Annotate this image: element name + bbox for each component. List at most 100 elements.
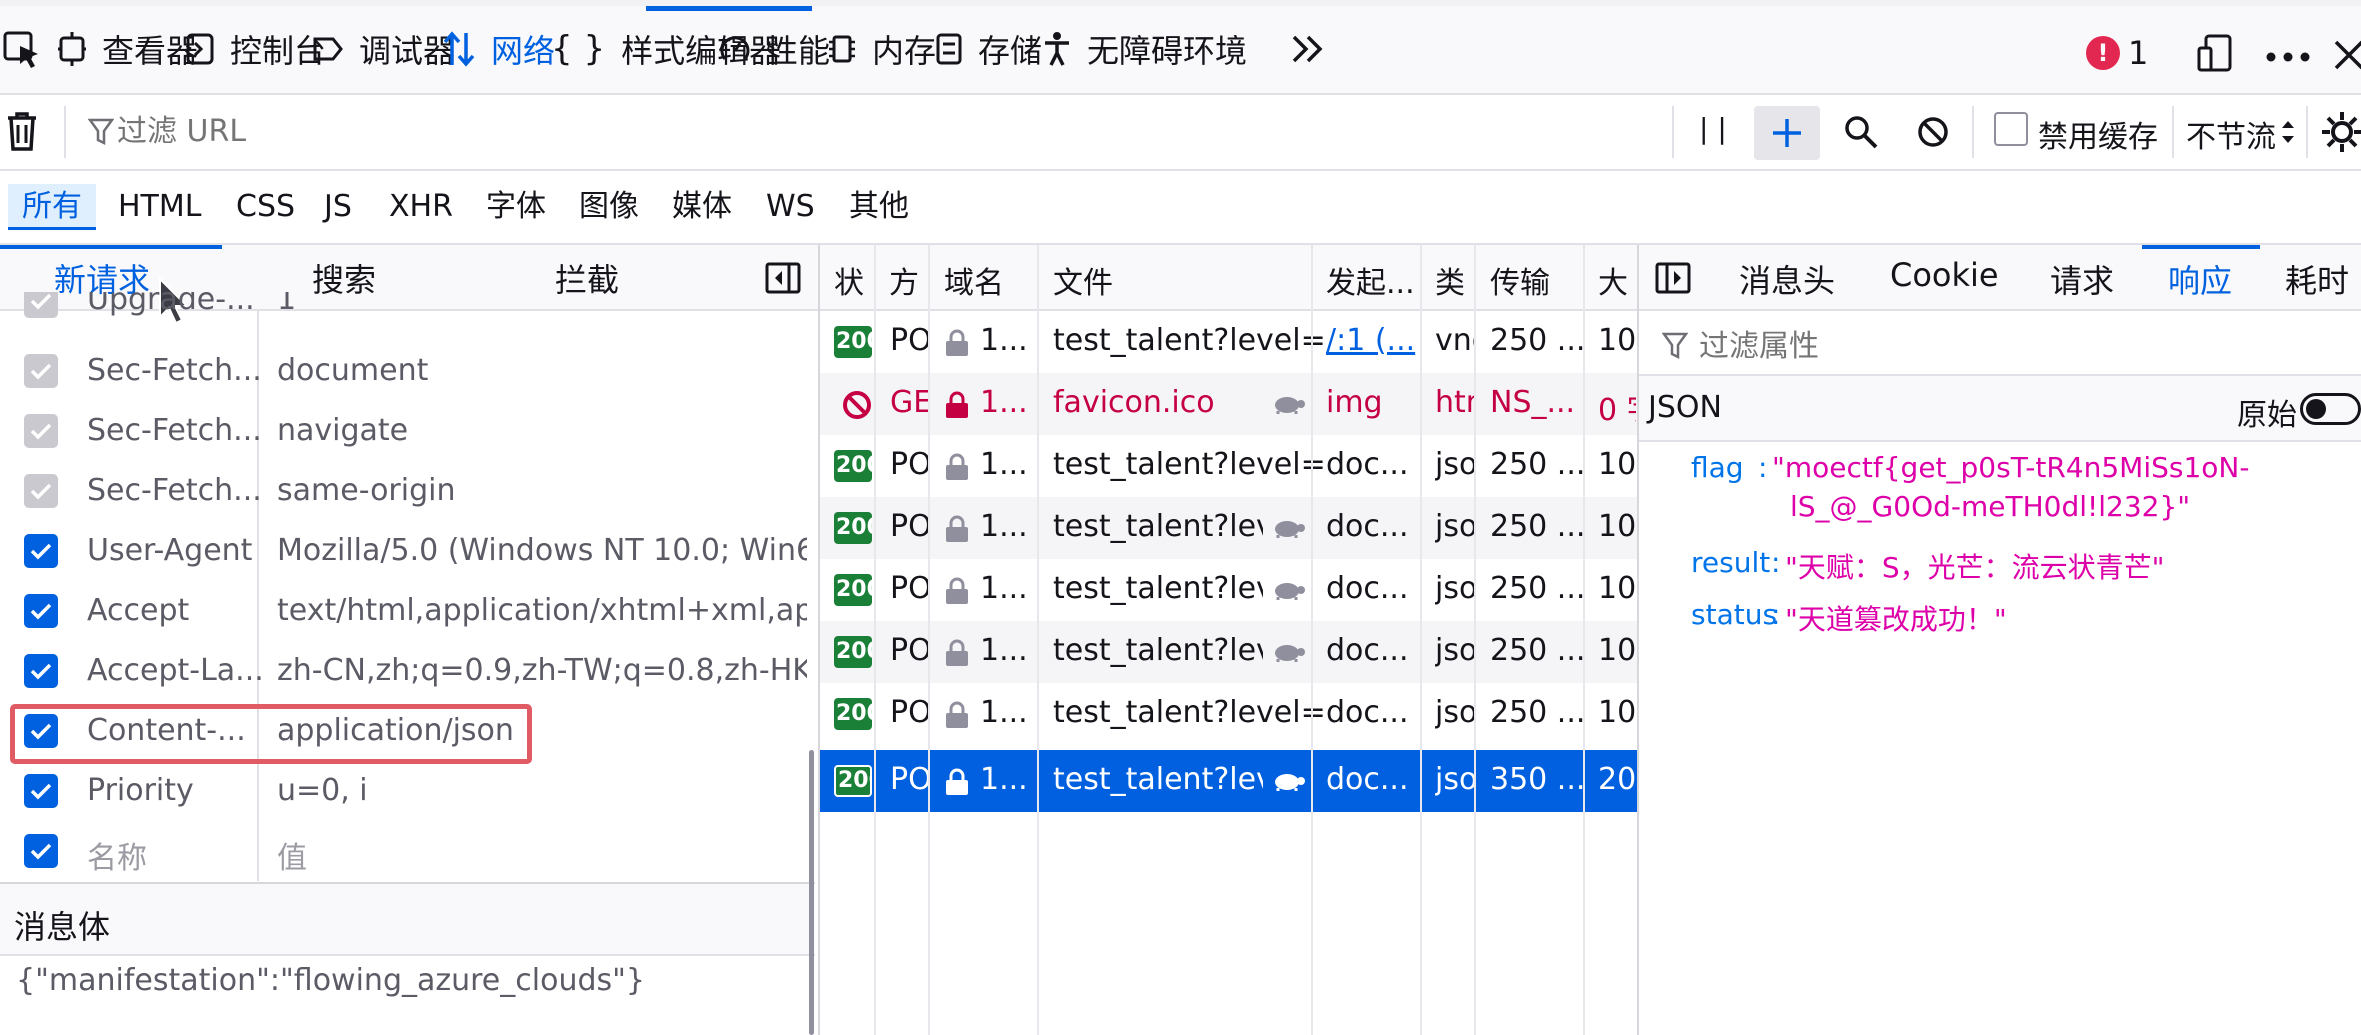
tool-performance[interactable]: 性能	[720, 6, 830, 92]
lock-icon	[946, 515, 968, 542]
column-status[interactable]: 状	[834, 258, 864, 302]
header-name[interactable]: Accept-La...	[87, 653, 264, 688]
url-filter-input[interactable]	[115, 113, 1019, 150]
type-filter-xhr[interactable]: XHR	[375, 184, 467, 230]
header-name[interactable]: Sec-Fetch...	[87, 353, 262, 388]
pause-button[interactable]: | |	[1699, 112, 1727, 145]
request-row[interactable]: 200 PO 1... test_talent?level=S doc... j…	[820, 435, 1637, 497]
dock-toggle-icon[interactable]	[2197, 34, 2233, 74]
header-value[interactable]: navigate	[277, 413, 807, 448]
more-options-icon[interactable]	[2266, 52, 2310, 62]
request-body-textarea[interactable]: {"manifestation":"flowing_azure_clouds"}	[16, 963, 645, 998]
settings-gear-icon[interactable]	[2320, 110, 2361, 154]
header-name[interactable]: Sec-Fetch...	[87, 413, 262, 448]
tab-headers[interactable]: 消息头	[1739, 256, 1835, 302]
column-method[interactable]: 方	[889, 258, 919, 302]
header-name[interactable]: User-Agent	[87, 533, 252, 568]
type-filter-media[interactable]: 媒体	[658, 184, 746, 230]
request-method: PO	[890, 323, 930, 358]
type-filter-css[interactable]: CSS	[222, 184, 309, 230]
header-value[interactable]: same-origin	[277, 473, 807, 508]
type-filter-html[interactable]: HTML	[104, 184, 215, 230]
tab-response[interactable]: 响应	[2168, 256, 2232, 302]
header-name[interactable]: Upgrade-...	[87, 292, 255, 317]
search-icon[interactable]	[1843, 114, 1879, 150]
header-value[interactable]: document	[277, 353, 807, 388]
error-badge-icon[interactable]: !	[2086, 36, 2120, 70]
header-value[interactable]: u=0, i	[277, 773, 807, 808]
type-filter-js[interactable]: JS	[310, 184, 366, 230]
header-checkbox[interactable]	[24, 774, 58, 808]
column-domain[interactable]: 域名	[944, 258, 1004, 302]
type-filter-images[interactable]: 图像	[565, 184, 653, 230]
tab-cookies[interactable]: Cookie	[1890, 256, 1999, 294]
panel-divider[interactable]	[1637, 245, 1639, 1035]
tab-request[interactable]: 请求	[2050, 256, 2114, 302]
add-request-button[interactable]	[1754, 106, 1820, 160]
error-count[interactable]: 1	[2128, 34, 2148, 72]
tool-inspector[interactable]: 查看器	[58, 6, 198, 92]
collapse-panel-icon[interactable]	[765, 262, 801, 294]
column-transfer[interactable]: 传输	[1490, 258, 1550, 302]
request-row[interactable]: 200 PO 1... test_talent?leve doc... jso …	[820, 621, 1637, 683]
trash-icon[interactable]	[6, 111, 38, 151]
tool-network[interactable]: 网络	[443, 6, 555, 92]
request-row[interactable]: 200 PO 1... test_talent?level=S doc... j…	[820, 683, 1637, 745]
column-file[interactable]: 文件	[1053, 258, 1113, 302]
type-filter-other[interactable]: 其他	[835, 184, 923, 230]
header-checkbox[interactable]	[24, 292, 58, 318]
property-filter-input[interactable]	[1697, 328, 2201, 365]
column-type[interactable]: 类	[1435, 258, 1465, 302]
header-value[interactable]: zh-CN,zh;q=0.9,zh-TW;q=0.8,zh-HK;...	[277, 653, 807, 688]
close-icon[interactable]	[2334, 40, 2361, 70]
header-value[interactable]: 1	[277, 292, 807, 317]
request-method: PO	[890, 509, 930, 544]
request-initiator[interactable]: /:1 (...	[1326, 323, 1426, 358]
tool-storage[interactable]: 存储	[936, 6, 1042, 92]
element-picker-icon[interactable]	[2, 30, 42, 70]
request-row[interactable]: GET 1... favicon.ico img htm NS_... 0 字	[820, 373, 1637, 435]
request-domain: 1...	[980, 447, 1028, 482]
tool-debugger[interactable]: 调试器	[313, 6, 455, 92]
lock-icon	[946, 453, 968, 480]
disable-cache-checkbox[interactable]	[1994, 112, 2028, 146]
header-checkbox[interactable]	[24, 414, 58, 448]
tool-label: 控制台	[230, 32, 327, 70]
request-row[interactable]: 200 PO 1... test_talent?leve doc... jso …	[820, 559, 1637, 621]
header-value[interactable]: text/html,application/xhtml+xml,app...	[277, 593, 807, 628]
throttle-select[interactable]: 不节流	[2186, 112, 2276, 156]
double-chevron-icon	[1292, 35, 1323, 63]
tab-timings[interactable]: 耗时	[2285, 256, 2349, 302]
header-checkbox[interactable]	[24, 474, 58, 508]
expand-panel-icon[interactable]	[1655, 262, 1691, 294]
header-name[interactable]: Sec-Fetch...	[87, 473, 262, 508]
type-filter-all[interactable]: 所有	[8, 184, 96, 230]
new-header-name-input[interactable]: 名称	[87, 833, 147, 877]
header-checkbox[interactable]	[24, 834, 58, 868]
header-name[interactable]: Accept	[87, 593, 189, 628]
type-filter-fonts[interactable]: 字体	[472, 184, 560, 230]
more-tools-button[interactable]	[1290, 6, 1326, 92]
scrollbar[interactable]	[809, 750, 814, 1035]
new-header-row: 名称 值	[0, 822, 815, 882]
type-filter-ws[interactable]: WS	[752, 184, 829, 230]
header-row: Sec-Fetch... same-origin	[0, 462, 815, 522]
tool-memory[interactable]: 内存	[828, 6, 936, 92]
header-checkbox[interactable]	[24, 654, 58, 688]
header-checkbox[interactable]	[24, 354, 58, 388]
new-header-value-input[interactable]: 值	[277, 833, 807, 877]
request-row[interactable]: 200 PO 1... test_talent?leve doc... jso …	[820, 497, 1637, 559]
request-row[interactable]: 200 PO 1... test_talent?level=S /:1 (...…	[820, 311, 1637, 373]
tool-console[interactable]: 控制台	[186, 6, 326, 92]
header-value[interactable]: Mozilla/5.0 (Windows NT 10.0; Win6...	[277, 533, 807, 568]
header-checkbox[interactable]	[24, 594, 58, 628]
column-initiator[interactable]: 发起...	[1326, 258, 1415, 302]
json-label: JSON	[1648, 390, 1722, 425]
column-size[interactable]: 大	[1598, 258, 1628, 302]
tool-accessibility[interactable]: 无障碍环境	[1043, 6, 1247, 92]
block-icon[interactable]	[1917, 116, 1949, 148]
header-name[interactable]: Priority	[87, 773, 194, 808]
json-value-flag: "moectf{get_p0sT-tR4n5MiSs1oN-	[1772, 451, 2250, 484]
request-row-selected[interactable]: 200 PO 1... test_talent?leve doc... jso …	[820, 750, 1637, 812]
header-checkbox[interactable]	[24, 534, 58, 568]
